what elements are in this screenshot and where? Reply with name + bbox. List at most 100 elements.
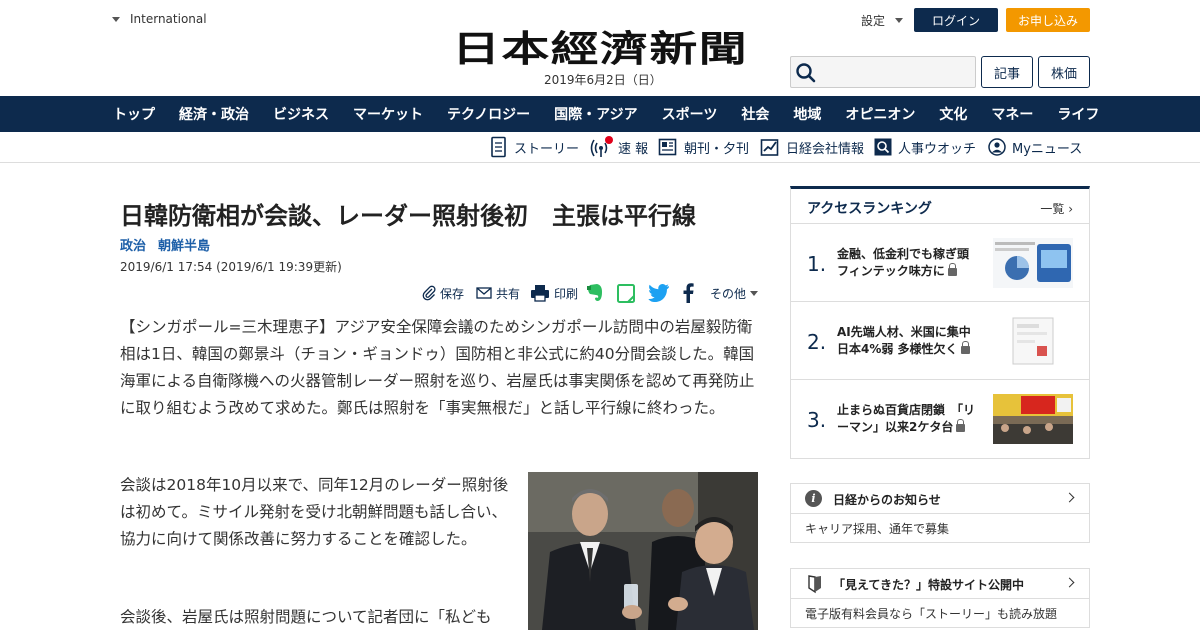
subnav-mynews[interactable]: Myニュース: [988, 136, 1082, 158]
gnav-item[interactable]: ライフ: [1057, 104, 1099, 124]
facebook-button[interactable]: [682, 282, 694, 304]
note-icon: [617, 284, 635, 303]
subnav-edition[interactable]: 朝刊・夕刊: [658, 136, 749, 158]
chevron-right-icon: [1064, 577, 1075, 588]
nikkei-logo-mark: 日本經濟新聞: [452, 28, 747, 70]
ranking-headline-line1: 金融、低金利でも稼ぎ頭: [837, 247, 970, 261]
caret-down-icon: [112, 16, 120, 22]
subnav-story[interactable]: ストーリー: [490, 136, 579, 158]
gnav-item[interactable]: 文化: [939, 104, 967, 124]
new-badge-dot: [605, 136, 613, 144]
onenote-button[interactable]: [616, 282, 636, 304]
gnav-item[interactable]: スポーツ: [662, 104, 718, 124]
gnav-item[interactable]: オピニオン: [845, 104, 915, 124]
ranking-item[interactable]: 1. 金融、低金利でも稼ぎ頭 フィンテック味方に: [791, 224, 1089, 302]
ranking-all-link[interactable]: 一覧 ›: [1040, 200, 1073, 217]
global-nav: トップ 経済・政治 ビジネス マーケット テクノロジー 国際・アジア スポーツ 社会 地域 オピニ…: [0, 96, 1200, 132]
gnav-item[interactable]: 地域: [793, 104, 821, 124]
chevron-right-icon: [1064, 492, 1075, 503]
nikkei-logo[interactable]: 日本經濟新聞: [452, 28, 748, 70]
article-tags: 政治 朝鮮半島: [120, 235, 210, 254]
mail-icon: [476, 287, 492, 299]
notice-header: i 日経からのお知らせ: [791, 484, 1089, 514]
photo-illustration: [528, 472, 758, 630]
notice-box[interactable]: i 日経からのお知らせ キャリア採用、通年で募集: [790, 483, 1090, 543]
caret-down-icon: [895, 18, 904, 23]
subnav-edition-label: 朝刊・夕刊: [684, 141, 750, 157]
notice-body[interactable]: キャリア採用、通年で募集: [791, 514, 1089, 542]
ranking-headline: AI先端人材、米国に集中 日本4%弱 多様性欠く: [837, 324, 987, 358]
subnav-mynews-label: Myニュース: [1012, 141, 1083, 157]
subnav-breaking-label: 速 報: [618, 141, 649, 157]
ranking-headline-line2: フィンテック味方に: [837, 264, 945, 278]
sub-nav: ストーリー 速 報 朝刊・夕刊 日経会社情報 人事ウオッチ Myニュース: [0, 132, 1200, 163]
gnav-item[interactable]: テクノロジー: [447, 104, 530, 124]
article-paragraph-1: 【シンガポール=三木理恵子】アジア安全保障会議のためシンガポール訪問中の岩屋毅防…: [120, 318, 755, 417]
gnav-item[interactable]: トップ: [113, 104, 155, 124]
search-icon[interactable]: [795, 62, 817, 84]
ranking-headline-line2: ーマン」以来2ケタ台: [837, 420, 954, 434]
evernote-button[interactable]: [586, 282, 604, 304]
printer-icon: [531, 285, 549, 302]
notice-title: 日経からのお知らせ: [833, 493, 941, 507]
gnav-item[interactable]: ビジネス: [273, 104, 329, 124]
mieteki-box[interactable]: 「見えてきた？」特設サイト公開中 電子版有料会員なら「ストーリー」も読み放題: [790, 568, 1090, 628]
twitter-button[interactable]: [648, 282, 670, 304]
subnav-personnel[interactable]: 人事ウオッチ: [874, 136, 976, 158]
ranking-thumbnail: [993, 238, 1073, 288]
more-share-button[interactable]: その他: [710, 282, 759, 304]
newspaper-icon: [658, 138, 677, 156]
edition-selector[interactable]: International: [112, 12, 207, 26]
article-paragraph-2: 会談は2018年10月以来で、同年12月のレーダー照射後は初めて。ミサイル発射を…: [120, 476, 509, 548]
subnav-company-info[interactable]: 日経会社情報: [760, 136, 864, 158]
search-input[interactable]: [821, 59, 971, 85]
share-button[interactable]: 共有: [476, 282, 520, 304]
ranking-headline-line1: 止まらぬ百貨店閉鎖 「リ: [837, 403, 976, 417]
tag-korean-peninsula[interactable]: 朝鮮半島: [158, 235, 210, 254]
caret-down-icon: [750, 290, 759, 296]
more-label: その他: [710, 286, 747, 301]
subnav-story-label: ストーリー: [514, 141, 580, 157]
magnifier-icon: [874, 138, 892, 156]
article-paragraph-3: 会談後、岩屋氏は照射問題について記者団に「私ども: [120, 608, 492, 626]
tag-politics[interactable]: 政治: [120, 235, 146, 254]
article-photo[interactable]: [528, 472, 758, 630]
article-search-button[interactable]: 記事: [981, 56, 1033, 88]
paperclip-icon: [422, 285, 436, 301]
ranking-number: 1.: [807, 252, 827, 276]
gnav-item[interactable]: マーケット: [353, 104, 423, 124]
article-date: 2019/6/1 17:54 (2019/6/1 19:39更新): [120, 260, 342, 274]
search-box: [790, 56, 976, 88]
edition-label: International: [130, 12, 207, 26]
access-ranking: アクセスランキング 一覧 › 1. 金融、低金利でも稼ぎ頭 フィンテック味方に …: [790, 186, 1090, 459]
header-date: 2019年6月2日（日）: [544, 73, 662, 87]
subnav-company-info-label: 日経会社情報: [786, 141, 865, 157]
gnav-item[interactable]: 経済・政治: [179, 104, 249, 124]
ranking-item[interactable]: 3. 止まらぬ百貨店閉鎖 「リ ーマン」以来2ケタ台: [791, 380, 1089, 458]
mieteki-header: 「見えてきた？」特設サイト公開中: [791, 569, 1089, 599]
save-button[interactable]: 保存: [422, 282, 464, 304]
settings-label: 設定: [861, 14, 886, 28]
lock-icon: [960, 341, 970, 354]
mieteki-title: 「見えてきた？」特設サイト公開中: [833, 578, 1025, 592]
ranking-thumbnail: [993, 394, 1073, 444]
gnav-item[interactable]: 社会: [741, 104, 769, 124]
save-label: 保存: [440, 286, 465, 301]
apply-button[interactable]: お申し込み: [1006, 8, 1090, 32]
gnav-item[interactable]: 国際・アジア: [554, 104, 637, 124]
settings-menu[interactable]: 設定: [861, 12, 904, 29]
ranking-thumbnail: [993, 316, 1073, 366]
ranking-number: 3.: [807, 408, 827, 432]
ranking-item[interactable]: 2. AI先端人材、米国に集中 日本4%弱 多様性欠く: [791, 302, 1089, 380]
stock-price-button[interactable]: 株価: [1038, 56, 1090, 88]
login-button[interactable]: ログイン: [914, 8, 998, 32]
share-label: 共有: [496, 286, 521, 301]
ranking-all-label: 一覧: [1040, 202, 1065, 216]
chart-icon: [760, 139, 779, 156]
ranking-headline-line2: 日本4%弱 多様性欠く: [837, 342, 958, 356]
print-button[interactable]: 印刷: [530, 282, 578, 304]
gnav-item[interactable]: マネー: [991, 104, 1033, 124]
mieteki-body[interactable]: 電子版有料会員なら「ストーリー」も読み放題: [791, 599, 1089, 627]
lock-icon: [956, 419, 966, 432]
subnav-breaking[interactable]: 速 報: [590, 136, 648, 158]
